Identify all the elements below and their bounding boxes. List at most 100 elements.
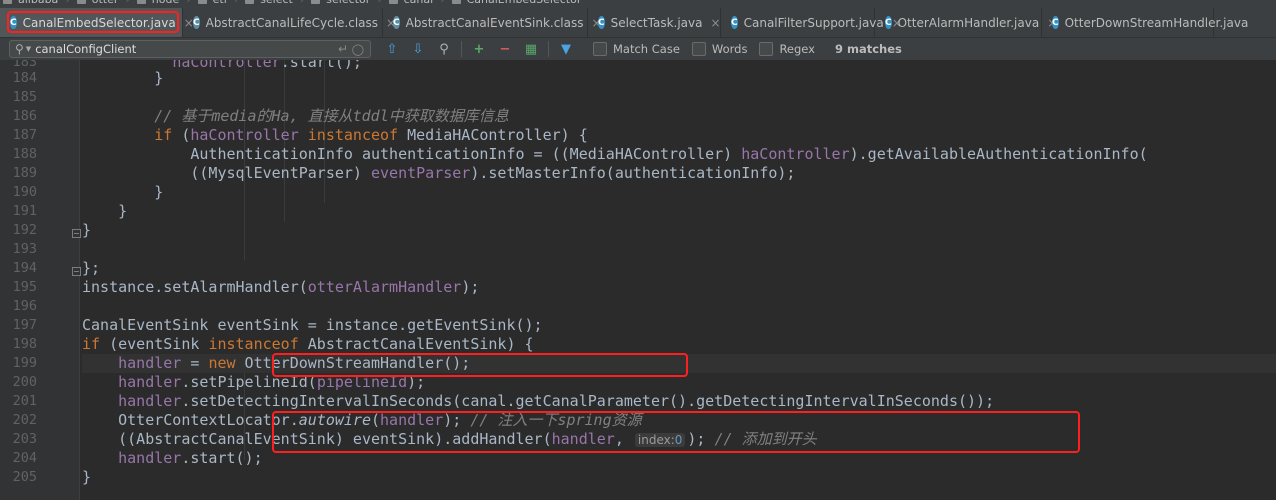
java-class-icon: C: [10, 16, 17, 29]
class-file-icon: C: [393, 16, 400, 29]
code-line-186[interactable]: // 基于media的Ha, 直接从tddl中获取数据库信息: [82, 107, 509, 126]
editor-tab[interactable]: C CanalEmbedSelector.java ×: [0, 8, 194, 37]
code-line-199[interactable]: handler = new OtterDownStreamHandler();: [82, 354, 1276, 373]
folder-icon: [136, 0, 146, 4]
code-line-197[interactable]: CanalEventSink eventSink = instance.getE…: [82, 316, 543, 335]
close-tab-icon[interactable]: ×: [710, 16, 720, 30]
folder-icon: [3, 0, 12, 4]
code-line-195[interactable]: instance.setAlarmHandler(otterAlarmHandl…: [82, 278, 479, 297]
java-class-icon: C: [598, 16, 605, 29]
search-icon[interactable]: ⚲: [15, 42, 24, 56]
code-line-201[interactable]: handler.setDetectingIntervalInSeconds(ca…: [82, 392, 994, 411]
code-line-189[interactable]: ((MysqlEventParser) eventParser).setMast…: [82, 164, 795, 183]
line-number: 204: [12, 450, 37, 466]
line-number: 187: [12, 127, 37, 143]
line-number: 201: [12, 393, 37, 409]
search-field[interactable]: ⚲ ▼ ↵ ◯: [9, 40, 371, 58]
code-line-192[interactable]: }: [82, 221, 91, 240]
breadcrumb-item[interactable]: etl: [210, 0, 230, 6]
line-number: 192: [12, 222, 37, 238]
new-line-icon[interactable]: ↵: [338, 42, 348, 56]
code-editor[interactable]: 183 184 185 186 187 188 189 190 191 192 193 194 195 1…: [0, 60, 1276, 500]
code-line-198[interactable]: if (eventSink instanceof AbstractCanalEv…: [82, 335, 534, 354]
code-line-184[interactable]: }: [82, 69, 163, 88]
parameter-hint-name: index:: [637, 433, 675, 447]
editor-tab-label: OtterAlarmHandler.java: [897, 15, 1040, 30]
breadcrumb-item[interactable]: alibaba: [15, 0, 61, 6]
breadcrumb-separator: ›: [125, 0, 129, 6]
code-line-190[interactable]: }: [82, 183, 163, 202]
match-case-checkbox[interactable]: [593, 42, 607, 56]
editor-tab[interactable]: C CanalFilterSupport.java ×: [721, 8, 902, 37]
folder-icon: [311, 0, 321, 4]
parameter-hint-value: 0: [674, 433, 683, 447]
code-line-204[interactable]: handler.start();: [82, 449, 263, 468]
breadcrumb-separator: ›: [440, 0, 444, 6]
folder-icon: [388, 0, 398, 4]
code-line-203[interactable]: ((AbstractCanalEventSink) eventSink).add…: [82, 430, 817, 449]
breadcrumb-item[interactable]: otter: [89, 0, 122, 6]
add-occurrence-icon[interactable]: +: [468, 40, 490, 58]
filter-icon[interactable]: ▼: [555, 40, 577, 58]
breadcrumb-item[interactable]: select: [257, 0, 296, 6]
previous-occurrence-icon[interactable]: ⇧: [381, 40, 403, 58]
match-case-option[interactable]: Match Case: [593, 42, 680, 56]
clear-search-icon[interactable]: ◯: [352, 43, 364, 56]
line-number: 200: [12, 374, 37, 390]
code-comment: // 注入一下spring资源: [470, 411, 642, 429]
code-line-187[interactable]: if (haController instanceof MediaHAContr…: [82, 126, 588, 145]
breadcrumb: alibaba›otter›node›etl›select›selector›c…: [0, 0, 1276, 8]
fold-marker-icon[interactable]: [72, 229, 81, 238]
code-line-188[interactable]: AuthenticationInfo authenticationInfo = …: [82, 145, 1147, 164]
editor-tab[interactable]: C AbstractCanalLifeCycle.class ×: [183, 8, 396, 37]
regex-checkbox[interactable]: [759, 42, 774, 56]
code-comment: // 添加到开头: [714, 430, 817, 448]
regex-option[interactable]: Regex: [759, 42, 815, 56]
code-line-194[interactable]: };: [82, 259, 100, 278]
breadcrumb-item[interactable]: node: [149, 0, 182, 6]
line-number: 184: [12, 70, 37, 86]
line-number: 197: [12, 317, 37, 333]
line-number: 199: [12, 355, 37, 371]
select-all-occurrences-icon[interactable]: ▦: [520, 40, 542, 58]
breadcrumb-item[interactable]: CanalEmbedSelector: [464, 0, 585, 6]
editor-tab-label: AbstractCanalLifeCycle.class: [205, 15, 379, 30]
find-bar: ⚲ ▼ ↵ ◯ ⇧ ⇩ ⚲ + − ▦ ▼ Match Case Words R…: [0, 38, 1276, 60]
code-line-191[interactable]: }: [82, 202, 127, 221]
next-occurrence-icon[interactable]: ⇩: [407, 40, 429, 58]
breadcrumb-separator: ›: [377, 0, 381, 6]
code-line-200[interactable]: handler.setPipelineId(pipelineId);: [82, 373, 425, 392]
editor-tab-label: SelectTask.java: [610, 15, 703, 30]
editor-tab-label: CanalEmbedSelector.java: [22, 15, 176, 30]
remove-occurrence-icon[interactable]: −: [494, 40, 516, 58]
breadcrumb-separator: ›: [300, 0, 304, 6]
breadcrumb-item[interactable]: canal: [401, 0, 437, 6]
editor-tab-label: CanalFilterSupport.java: [743, 15, 884, 30]
line-number: 202: [12, 412, 37, 428]
words-checkbox[interactable]: [691, 42, 706, 56]
editor-tab[interactable]: C SelectTask.java ×: [588, 8, 721, 37]
java-class-icon: C: [885, 16, 892, 29]
find-all-icon[interactable]: ⚲: [433, 40, 455, 58]
code-line-205[interactable]: }: [82, 468, 91, 487]
code-comment: // 基于media的Ha, 直接从tddl中获取数据库信息: [154, 107, 509, 125]
editor-tab-label: OtterDownStreamHandler.java: [1064, 15, 1249, 30]
words-option[interactable]: Words: [691, 42, 747, 56]
parameter-hint: index:0: [634, 433, 686, 447]
line-number: 193: [12, 241, 37, 257]
fold-marker-icon[interactable]: [72, 267, 81, 276]
search-history-dropdown-icon[interactable]: ▼: [26, 45, 31, 53]
editor-tab[interactable]: COtterAlarmHandler.java×: [875, 8, 1057, 37]
folder-icon: [76, 0, 86, 4]
breadcrumb-item[interactable]: selector: [323, 0, 373, 6]
toolbar-separator: [461, 41, 462, 57]
editor-tab[interactable]: C AbstractCanalEventSink.class ×: [383, 8, 602, 37]
line-number: 185: [12, 89, 37, 105]
line-number: 189: [12, 165, 37, 181]
regex-label: Regex: [779, 42, 815, 56]
editor-tab[interactable]: C OtterDownStreamHandler.java: [1042, 8, 1248, 37]
editor-tab-label: AbstractCanalEventSink.class: [405, 15, 584, 30]
search-input[interactable]: [35, 42, 316, 56]
code-line-202[interactable]: OtterContextLocator.autowire(handler); /…: [82, 411, 642, 430]
breadcrumb-separator: ›: [186, 0, 190, 6]
